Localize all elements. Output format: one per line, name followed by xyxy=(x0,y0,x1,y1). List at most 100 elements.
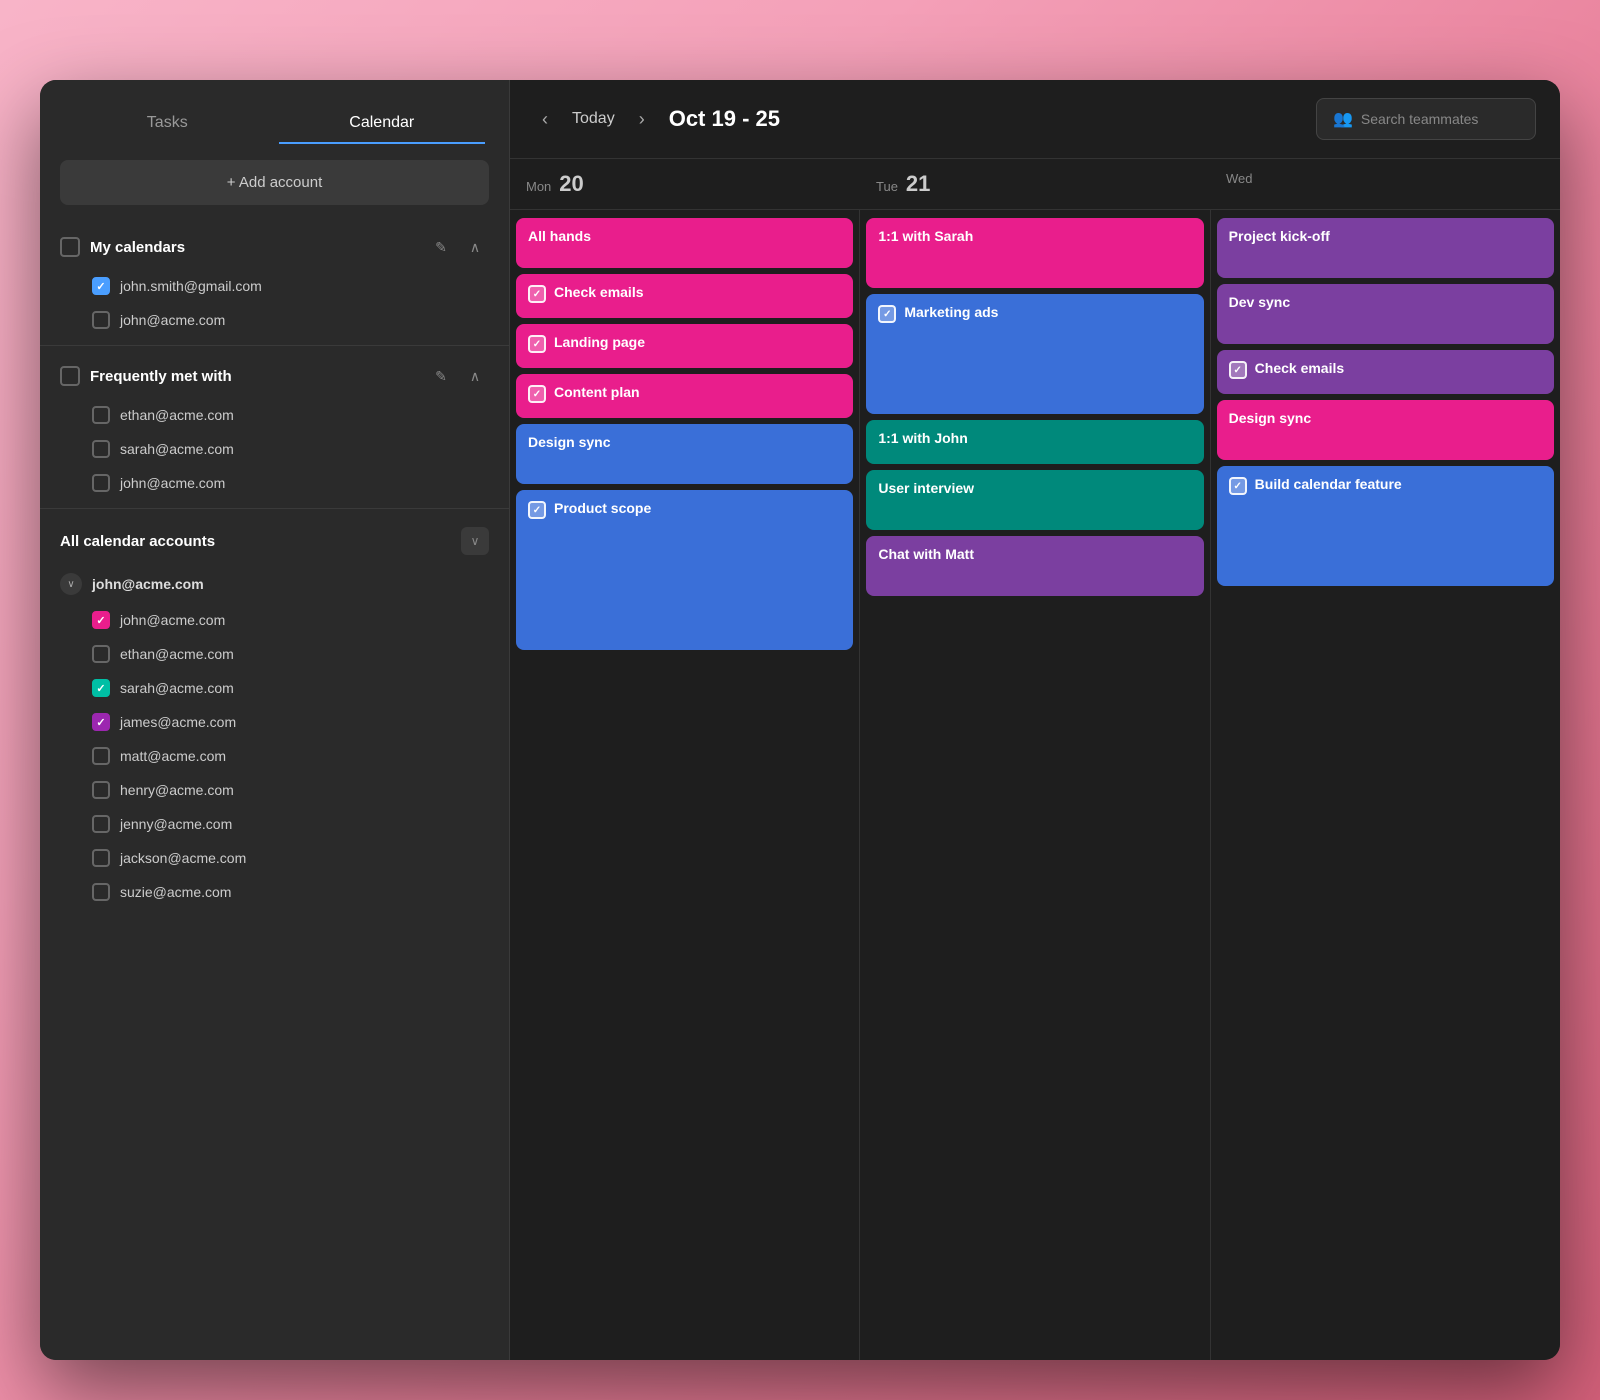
list-item[interactable]: sarah@acme.com xyxy=(40,432,509,466)
content-plan-checkbox[interactable]: ✓ xyxy=(528,385,546,403)
sarah-acme-freq-label: sarah@acme.com xyxy=(120,441,234,457)
list-item[interactable]: matt@acme.com xyxy=(40,739,509,773)
john-acme-freq-label: john@acme.com xyxy=(120,475,225,491)
divider-1 xyxy=(40,345,509,346)
list-item[interactable]: jenny@acme.com xyxy=(40,807,509,841)
frequently-met-collapse-btn[interactable]: ∧ xyxy=(461,362,489,390)
event-check-emails-mon[interactable]: ✓ Check emails xyxy=(516,274,853,318)
calendar-main: ‹ Today › Oct 19 - 25 👥 Search teammates… xyxy=(510,80,1560,1360)
check-emails-mon-checkbox[interactable]: ✓ xyxy=(528,285,546,303)
event-all-hands-title: All hands xyxy=(528,228,841,244)
list-item[interactable]: ✓ john.smith@gmail.com xyxy=(40,269,509,303)
all-accounts-title: All calendar accounts xyxy=(60,533,451,550)
ethan-acme-freq-checkbox[interactable] xyxy=(92,406,110,424)
jackson-acme-all-label: jackson@acme.com xyxy=(120,850,246,866)
jenny-acme-all-checkbox[interactable] xyxy=(92,815,110,833)
my-calendars-collapse-btn[interactable]: ∧ xyxy=(461,233,489,261)
check-emails-mon-title: Check emails xyxy=(554,284,644,300)
event-design-sync-mon[interactable]: Design sync xyxy=(516,424,853,484)
frequently-met-edit-btn[interactable]: ✎ xyxy=(427,362,455,390)
my-calendars-edit-btn[interactable]: ✎ xyxy=(427,233,455,261)
event-all-hands[interactable]: All hands xyxy=(516,218,853,268)
sarah-acme-freq-checkbox[interactable] xyxy=(92,440,110,458)
event-content-plan[interactable]: ✓ Content plan xyxy=(516,374,853,418)
list-item[interactable]: suzie@acme.com xyxy=(40,875,509,909)
product-scope-checkbox[interactable]: ✓ xyxy=(528,501,546,519)
tab-calendar[interactable]: Calendar xyxy=(279,104,486,144)
ethan-acme-all-label: ethan@acme.com xyxy=(120,646,234,662)
list-item[interactable]: ✓ john@acme.com xyxy=(40,603,509,637)
event-design-sync-mon-title: Design sync xyxy=(528,434,841,450)
search-teammates-placeholder: Search teammates xyxy=(1361,111,1479,127)
my-calendars-section-header: My calendars ✎ ∧ xyxy=(40,225,509,269)
event-dev-sync-title: Dev sync xyxy=(1229,294,1542,310)
today-button[interactable]: Today xyxy=(572,110,615,128)
all-accounts-collapse-btn[interactable]: ∨ xyxy=(461,527,489,555)
event-1on1-sarah[interactable]: 1:1 with Sarah xyxy=(866,218,1203,288)
list-item[interactable]: henry@acme.com xyxy=(40,773,509,807)
john-smith-gmail-label: john.smith@gmail.com xyxy=(120,278,262,294)
frequently-met-title: Frequently met with xyxy=(90,368,417,385)
event-project-kickoff[interactable]: Project kick-off xyxy=(1217,218,1554,278)
list-item[interactable]: ethan@acme.com xyxy=(40,398,509,432)
next-week-button[interactable]: › xyxy=(631,105,653,134)
james-acme-all-checkbox[interactable]: ✓ xyxy=(92,713,110,731)
list-item[interactable]: john@acme.com xyxy=(40,466,509,500)
event-user-interview[interactable]: User interview xyxy=(866,470,1203,530)
marketing-ads-title: Marketing ads xyxy=(904,304,998,320)
list-item[interactable]: john@acme.com xyxy=(40,303,509,337)
day-header-tue: Tue 21 xyxy=(860,159,1210,209)
john-smith-gmail-checkbox[interactable]: ✓ xyxy=(92,277,110,295)
event-chat-with-matt-title: Chat with Matt xyxy=(878,546,1191,562)
search-teammates-input[interactable]: 👥 Search teammates xyxy=(1316,98,1536,140)
matt-acme-all-checkbox[interactable] xyxy=(92,747,110,765)
my-calendars-checkbox[interactable] xyxy=(60,237,80,257)
event-check-emails-wed[interactable]: ✓ Check emails xyxy=(1217,350,1554,394)
account-group-header: ∨ john@acme.com xyxy=(40,565,509,603)
event-1on1-john[interactable]: 1:1 with John xyxy=(866,420,1203,464)
build-calendar-title: Build calendar feature xyxy=(1255,476,1402,492)
john-acme-all-checkbox[interactable]: ✓ xyxy=(92,611,110,629)
landing-page-checkbox[interactable]: ✓ xyxy=(528,335,546,353)
event-dev-sync[interactable]: Dev sync xyxy=(1217,284,1554,344)
john-acme-mycal-checkbox[interactable] xyxy=(92,311,110,329)
suzie-acme-all-checkbox[interactable] xyxy=(92,883,110,901)
event-design-sync-wed-title: Design sync xyxy=(1229,410,1542,426)
event-product-scope[interactable]: ✓ Product scope xyxy=(516,490,853,650)
list-item[interactable]: ✓ sarah@acme.com xyxy=(40,671,509,705)
henry-acme-all-checkbox[interactable] xyxy=(92,781,110,799)
date-range-label: Oct 19 - 25 xyxy=(669,106,1300,132)
divider-2 xyxy=(40,508,509,509)
list-item[interactable]: ✓ james@acme.com xyxy=(40,705,509,739)
day-header-wed: Wed xyxy=(1210,159,1560,209)
account-group-chevron[interactable]: ∨ xyxy=(60,573,82,595)
james-acme-all-label: james@acme.com xyxy=(120,714,236,730)
account-group-name: john@acme.com xyxy=(92,576,204,592)
content-plan-title: Content plan xyxy=(554,384,640,400)
jackson-acme-all-checkbox[interactable] xyxy=(92,849,110,867)
app-window: Tasks Calendar + Add account My calendar… xyxy=(40,80,1560,1360)
landing-page-title: Landing page xyxy=(554,334,645,350)
build-calendar-checkbox[interactable]: ✓ xyxy=(1229,477,1247,495)
tab-tasks[interactable]: Tasks xyxy=(64,104,271,144)
ethan-acme-freq-label: ethan@acme.com xyxy=(120,407,234,423)
event-design-sync-wed[interactable]: Design sync xyxy=(1217,400,1554,460)
check-emails-wed-checkbox[interactable]: ✓ xyxy=(1229,361,1247,379)
tuesday-column: 1:1 with Sarah ✓ Marketing ads 1:1 with … xyxy=(860,210,1210,1360)
event-chat-with-matt[interactable]: Chat with Matt xyxy=(866,536,1203,596)
frequently-met-checkbox[interactable] xyxy=(60,366,80,386)
ethan-acme-all-checkbox[interactable] xyxy=(92,645,110,663)
event-marketing-ads[interactable]: ✓ Marketing ads xyxy=(866,294,1203,414)
my-calendars-title: My calendars xyxy=(90,239,417,256)
event-1on1-john-title: 1:1 with John xyxy=(878,430,1191,446)
john-acme-freq-checkbox[interactable] xyxy=(92,474,110,492)
marketing-ads-checkbox[interactable]: ✓ xyxy=(878,305,896,323)
add-account-button[interactable]: + Add account xyxy=(60,160,489,205)
list-item[interactable]: ethan@acme.com xyxy=(40,637,509,671)
list-item[interactable]: jackson@acme.com xyxy=(40,841,509,875)
sarah-acme-all-checkbox[interactable]: ✓ xyxy=(92,679,110,697)
my-calendars-actions: ✎ ∧ xyxy=(427,233,489,261)
event-build-calendar[interactable]: ✓ Build calendar feature xyxy=(1217,466,1554,586)
event-landing-page[interactable]: ✓ Landing page xyxy=(516,324,853,368)
prev-week-button[interactable]: ‹ xyxy=(534,105,556,134)
